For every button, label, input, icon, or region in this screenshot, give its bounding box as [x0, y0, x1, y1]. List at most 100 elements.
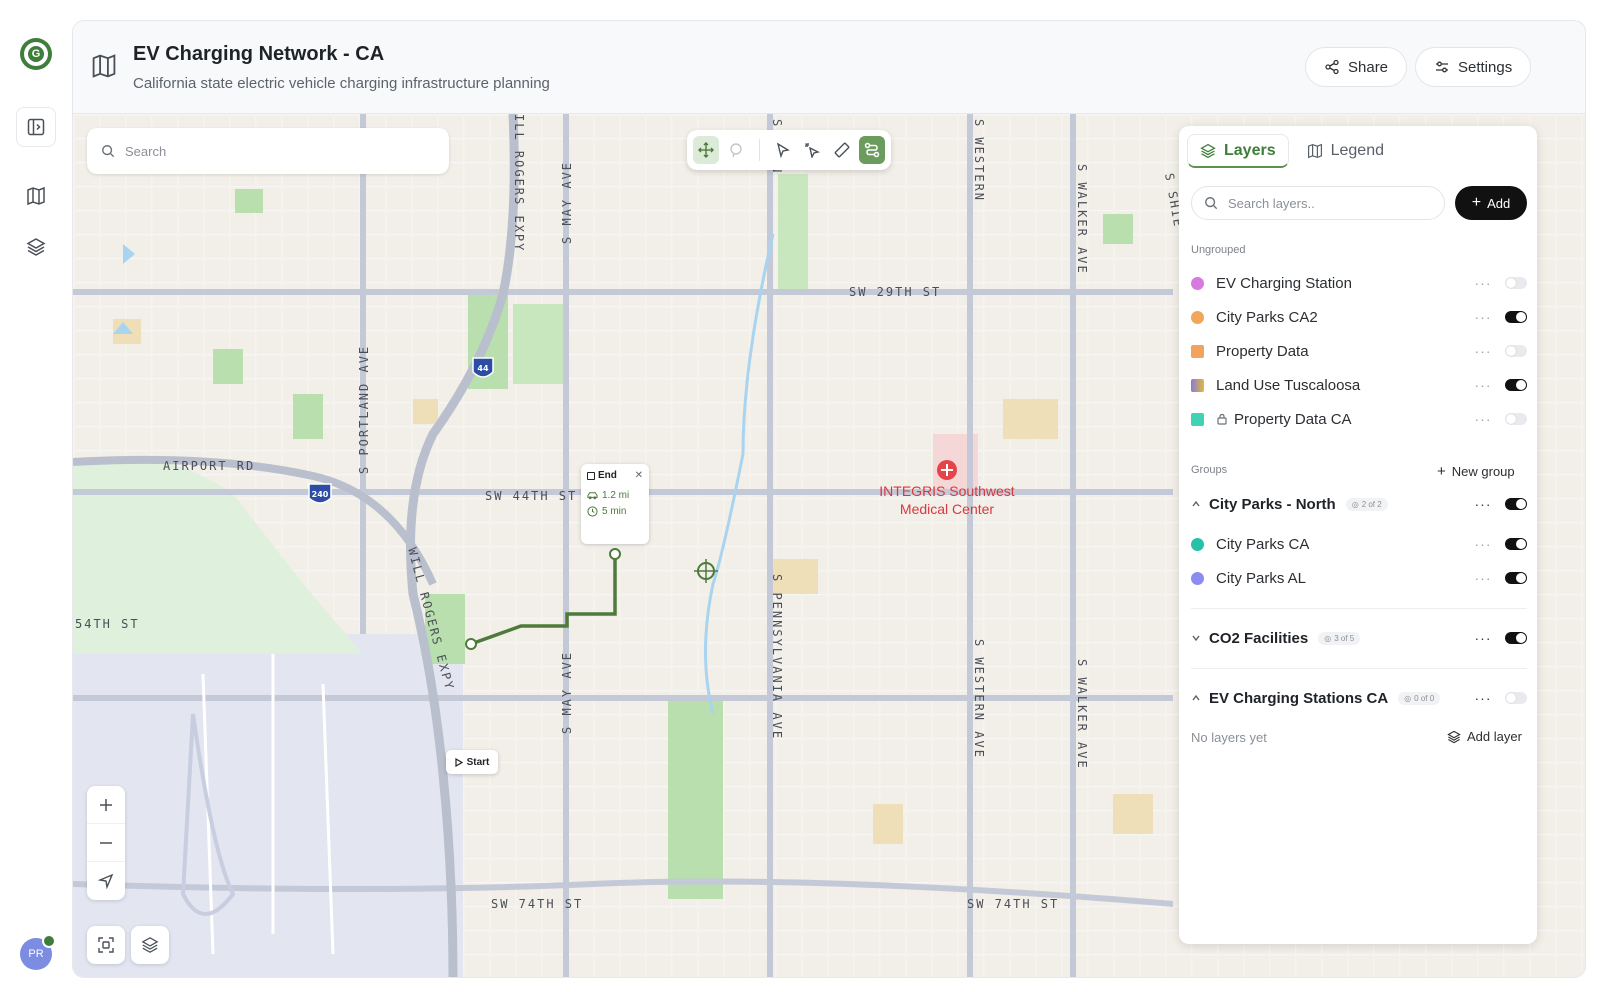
sidebar-icon [27, 118, 45, 136]
fit-bounds-button[interactable] [87, 926, 125, 964]
shield-44: 44 [477, 364, 489, 373]
minus-icon [100, 841, 112, 844]
group-row-co2-facilities[interactable]: CO2 Facilities ◎ 3 of 5 ··· [1191, 623, 1527, 653]
eye-icon: ◎ [1324, 633, 1332, 643]
share-button[interactable]: Share [1305, 47, 1408, 87]
locate-button[interactable] [87, 862, 125, 900]
tab-layers-label: Layers [1224, 141, 1276, 159]
more-icon[interactable]: ··· [1471, 690, 1495, 706]
map-icon [27, 186, 45, 206]
app-logo[interactable]: G [20, 38, 52, 70]
groups-heading: Groups [1191, 464, 1228, 476]
new-group-button[interactable]: + New group [1437, 464, 1515, 479]
street-label: S PORTLAND AVE [357, 345, 371, 474]
group-visibility-toggle[interactable] [1505, 498, 1527, 510]
settings-button[interactable]: Settings [1415, 47, 1532, 87]
group-name: EV Charging Stations CA [1209, 689, 1389, 707]
layer-search-input[interactable] [1228, 195, 1428, 211]
play-icon [454, 757, 463, 767]
more-icon[interactable]: ··· [1471, 377, 1495, 393]
lasso-tool-button[interactable] [723, 136, 749, 164]
share-icon [1325, 59, 1339, 75]
eye-icon: ◎ [1404, 693, 1412, 703]
layer-name: EV Charging Station [1216, 274, 1352, 292]
more-icon[interactable]: ··· [1471, 496, 1495, 512]
layer-row[interactable]: Property Data CA ··· [1191, 402, 1527, 436]
route-icon [864, 142, 880, 158]
shield-240: 240 [312, 490, 329, 499]
select-tool-button[interactable] [770, 136, 796, 164]
route-tool-button[interactable] [859, 136, 885, 164]
more-icon[interactable]: ··· [1471, 343, 1495, 359]
measure-tool-button[interactable] [829, 136, 855, 164]
more-icon[interactable]: ··· [1471, 275, 1495, 291]
tab-layers[interactable]: Layers [1187, 134, 1289, 168]
layer-color-swatch [1191, 537, 1204, 551]
more-icon[interactable]: ··· [1471, 630, 1495, 646]
layer-row[interactable]: Land Use Tuscaloosa ··· [1191, 368, 1527, 402]
rail-layers-button[interactable] [16, 227, 56, 267]
more-icon[interactable]: ··· [1471, 570, 1495, 586]
layer-name: City Parks CA2 [1216, 308, 1318, 326]
street-label: SW 44TH ST [485, 489, 577, 503]
end-label: End [598, 470, 617, 481]
more-icon[interactable]: ··· [1471, 411, 1495, 427]
layers-icon [26, 238, 46, 256]
group-row-ev-charging-stations-ca[interactable]: EV Charging Stations CA ◎ 0 of 0 ··· [1191, 683, 1527, 713]
visibility-toggle[interactable] [1505, 277, 1527, 289]
map-controls [87, 786, 125, 900]
add-layer-to-group-button[interactable]: Add layer [1447, 729, 1522, 744]
stop-icon [587, 471, 595, 480]
pan-tool-button[interactable] [693, 136, 719, 164]
map-icon [1307, 143, 1322, 159]
group-visibility-toggle[interactable] [1505, 692, 1527, 704]
main-card: EV Charging Network - CA California stat… [72, 20, 1586, 978]
group-visibility-toggle[interactable] [1505, 632, 1527, 644]
group-count-badge: ◎ 0 of 0 [1398, 691, 1441, 705]
visibility-toggle[interactable] [1505, 572, 1527, 584]
group-name: City Parks - North [1209, 495, 1336, 513]
add-layer-button[interactable]: + Add [1455, 186, 1527, 220]
group-name: CO2 Facilities [1209, 629, 1309, 647]
zoom-in-button[interactable] [87, 786, 125, 824]
visibility-toggle[interactable] [1505, 345, 1527, 357]
chevron-down-icon[interactable] [1191, 633, 1201, 643]
chevron-up-icon[interactable] [1191, 693, 1201, 703]
layer-name: Property Data [1216, 342, 1309, 360]
visibility-toggle[interactable] [1505, 538, 1527, 550]
ungrouped-heading: Ungrouped [1191, 244, 1246, 256]
more-icon[interactable]: ··· [1471, 309, 1495, 325]
map-toolbar [687, 130, 891, 170]
move-icon [697, 142, 714, 158]
layer-row[interactable]: Property Data ··· [1191, 334, 1527, 368]
layer-row[interactable]: City Parks AL ··· [1191, 561, 1527, 595]
toolbar-divider [758, 139, 760, 161]
magic-select-button[interactable] [799, 136, 825, 164]
chevron-up-icon[interactable] [1191, 499, 1201, 509]
lasso-icon [730, 143, 742, 158]
layer-row[interactable]: City Parks CA2 ··· [1191, 300, 1527, 334]
visibility-toggle[interactable] [1505, 311, 1527, 323]
map-search-input[interactable] [125, 143, 425, 159]
new-group-label: New group [1451, 464, 1515, 479]
visibility-toggle[interactable] [1505, 379, 1527, 391]
map-canvas[interactable]: SW 29TH ST SW 44TH ST SW 74TH ST SW 74TH ST… [73, 114, 1585, 977]
route-end-popup: End ✕ 1.2 mi 5 min [581, 464, 649, 544]
toggle-sidebar-button[interactable] [16, 107, 56, 147]
distance-value: 1.2 mi [602, 490, 630, 501]
more-icon[interactable]: ··· [1471, 536, 1495, 552]
group-row-city-parks-north[interactable]: City Parks - North ◎ 2 of 2 ··· [1191, 489, 1527, 519]
visibility-toggle[interactable] [1505, 413, 1527, 425]
sparkle-cursor-icon [805, 143, 821, 158]
layer-row[interactable]: City Parks CA ··· [1191, 527, 1527, 561]
basemap-button[interactable] [131, 926, 169, 964]
zoom-out-button[interactable] [87, 824, 125, 862]
sliders-icon [1436, 61, 1448, 73]
layer-row[interactable]: EV Charging Station ··· [1191, 266, 1527, 300]
map-search[interactable] [87, 128, 449, 174]
rail-maps-button[interactable] [16, 176, 56, 216]
route-distance: 1.2 mi [587, 490, 643, 501]
layer-search[interactable] [1191, 186, 1445, 220]
close-icon[interactable]: ✕ [635, 470, 643, 481]
tab-legend[interactable]: Legend [1295, 134, 1396, 168]
